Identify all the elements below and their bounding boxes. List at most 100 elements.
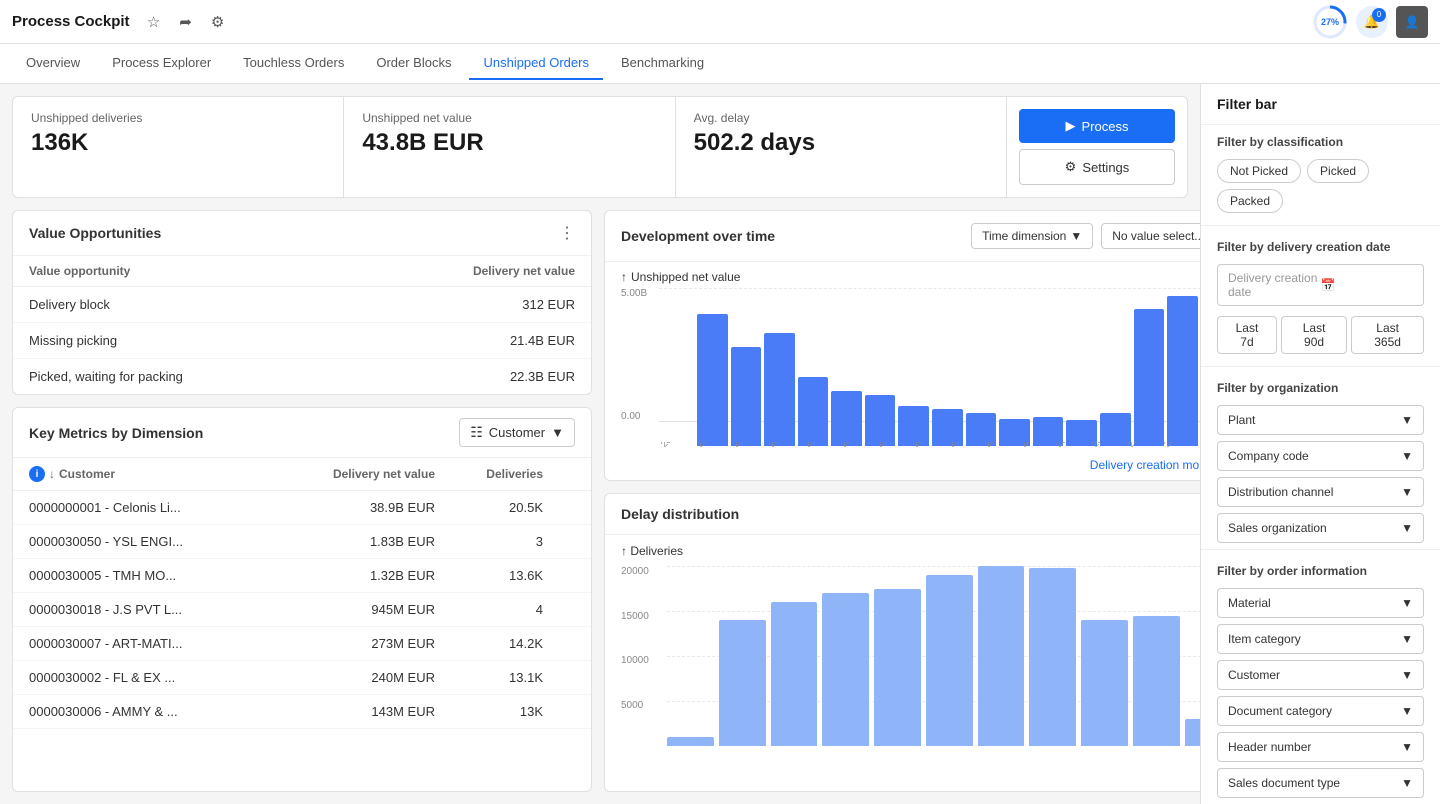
delay-bar-6	[978, 566, 1025, 746]
process-icon: ▶	[1066, 118, 1076, 134]
notif-badge: 0	[1372, 8, 1386, 22]
dev-bar-col-10	[1033, 296, 1064, 446]
avatar-initials: 👤	[1405, 15, 1420, 29]
dev-bar-col-7	[932, 296, 963, 446]
vo-table-header: Value opportunity Delivery net value	[13, 256, 591, 287]
filter-date-title: Filter by delivery creation date	[1201, 230, 1440, 260]
content-area: Unshipped deliveries 136K Unshipped net …	[0, 84, 1200, 804]
filter-doc-category-dropdown[interactable]: Document category ▼	[1217, 696, 1424, 726]
chip-picked[interactable]: Picked	[1307, 159, 1369, 183]
delay-bar-col-0	[667, 566, 714, 746]
vo-row-1-name: Delivery block	[29, 297, 110, 312]
km-row-7-net: 143M EUR	[275, 704, 435, 719]
delay-chart: 20000 15000 10000 5000	[621, 566, 1200, 746]
chevron-down-icon-cc: ▼	[1401, 449, 1413, 463]
chip-packed[interactable]: Packed	[1217, 189, 1283, 213]
tab-overview[interactable]: Overview	[12, 47, 94, 80]
vo-col1: Value opportunity	[29, 264, 130, 278]
km-row-4-net: 945M EUR	[275, 602, 435, 617]
btn-last-7d[interactable]: Last 7d	[1217, 316, 1277, 354]
filter-material-dropdown[interactable]: Material ▼	[1217, 588, 1424, 618]
process-button[interactable]: ▶ Process	[1019, 109, 1175, 143]
settings-button[interactable]: ⚙ Settings	[1019, 149, 1175, 185]
filter-date-input[interactable]: Delivery creation date 📅	[1217, 264, 1424, 306]
dev-bar-col-5	[865, 296, 896, 446]
vo-card-header: Value Opportunities ⋮	[13, 211, 591, 256]
main-layout: Unshipped deliveries 136K Unshipped net …	[0, 84, 1440, 804]
tab-touchless-orders[interactable]: Touchless Orders	[229, 47, 358, 80]
km-table-body: 0000000001 - Celonis Li... 38.9B EUR 20.…	[13, 491, 591, 741]
grid-line-top	[659, 288, 1200, 289]
dev-bar-13	[1134, 309, 1165, 446]
delay-bar-col-2	[771, 566, 818, 746]
progress-text: 27%	[1321, 17, 1339, 27]
btn-last-90d[interactable]: Last 90d	[1281, 316, 1347, 354]
avatar[interactable]: 👤	[1396, 6, 1428, 38]
progress-indicator: 27%	[1312, 4, 1348, 40]
delay-bar-col-3	[822, 566, 869, 746]
plant-label: Plant	[1228, 413, 1255, 427]
delay-bar-7	[1029, 568, 1076, 746]
tab-order-blocks[interactable]: Order Blocks	[362, 47, 465, 80]
filter-sales-doc-type-dropdown[interactable]: Sales document type ▼	[1217, 768, 1424, 798]
arrow-up-icon: ↑	[621, 270, 627, 284]
filter-item-category-dropdown[interactable]: Item category ▼	[1217, 624, 1424, 654]
chevron-down-icon-dc: ▼	[1401, 485, 1413, 499]
filter-customer-dropdown[interactable]: Customer ▼	[1217, 660, 1424, 690]
share-icon[interactable]: ➦	[174, 10, 198, 34]
bookmark-icon[interactable]: ☆	[142, 10, 166, 34]
filter-sales-org-dropdown[interactable]: Sales organization ▼	[1217, 513, 1424, 543]
vo-row-2-value: 21.4B EUR	[510, 333, 575, 348]
notification-button[interactable]: 🔔 0	[1356, 6, 1388, 38]
filter-company-code-dropdown[interactable]: Company code ▼	[1217, 441, 1424, 471]
filter-header-number-dropdown[interactable]: Header number ▼	[1217, 732, 1424, 762]
km-row-7-del: 13K	[443, 704, 543, 719]
chevron-down-icon-doccat: ▼	[1401, 704, 1413, 718]
delay-bar-9	[1133, 616, 1180, 746]
sales-doc-type-label: Sales document type	[1228, 776, 1340, 790]
dev-bar-3	[798, 377, 829, 447]
filter-date-btns: Last 7d Last 90d Last 365d	[1201, 312, 1440, 362]
material-label: Material	[1228, 596, 1271, 610]
filter-classification-title: Filter by classification	[1201, 125, 1440, 155]
delay-bar-col-8	[1081, 566, 1128, 746]
chevron-down-icon-plant: ▼	[1401, 413, 1413, 427]
delay-bar-col-10	[1185, 566, 1201, 746]
delay-bar-col-7	[1029, 566, 1076, 746]
km-table-header: i ↓ Customer Delivery net value Deliveri…	[13, 458, 591, 491]
chevron-down-icon-cust: ▼	[1401, 668, 1413, 682]
dev-bar-14	[1167, 296, 1198, 446]
vo-row-2-name: Missing picking	[29, 333, 117, 348]
km-row-3-del: 13.6K	[443, 568, 543, 583]
km-dimension-dropdown[interactable]: ☷ Customer ▼	[459, 418, 575, 447]
tab-process-explorer[interactable]: Process Explorer	[98, 47, 225, 80]
km-row-5-name: 0000030007 - ART-MATI...	[29, 636, 267, 651]
vo-row-3: Picked, waiting for packing 22.3B EUR	[13, 359, 591, 394]
delay-title: Delay distribution	[621, 506, 739, 522]
vo-more-icon[interactable]: ⋮	[559, 223, 575, 243]
kpi-deliveries: Unshipped deliveries 136K	[13, 97, 344, 197]
calendar-icon: 📅	[1321, 278, 1414, 292]
km-row-8-name: 0000031002 - ONEC RV	[29, 738, 267, 741]
dev-over-time-card: Development over time Time dimension ▼ N…	[604, 210, 1200, 481]
tab-unshipped-orders[interactable]: Unshipped Orders	[469, 47, 603, 80]
km-row-8-net: 109M EUR	[275, 738, 435, 741]
tab-benchmarking[interactable]: Benchmarking	[607, 47, 718, 80]
settings-icon[interactable]: ⚙	[206, 10, 230, 34]
vo-row-3-value: 22.3B EUR	[510, 369, 575, 384]
bar-label-0: 2022-08	[659, 442, 689, 449]
btn-last-365d[interactable]: Last 365d	[1351, 316, 1424, 354]
delay-bar-1	[719, 620, 766, 746]
y-label-10000: 10000	[621, 655, 649, 666]
delay-y-axis: 20000 15000 10000 5000	[621, 566, 649, 746]
delivery-creation-month-link[interactable]: Delivery creation month →	[1090, 458, 1200, 472]
no-value-dropdown[interactable]: No value select... ▼	[1101, 223, 1200, 249]
km-row-3-name: 0000030005 - TMH MO...	[29, 568, 267, 583]
km-col-sort-icon: ↓	[49, 467, 55, 481]
info-icon: i	[29, 466, 45, 482]
filter-plant-dropdown[interactable]: Plant ▼	[1217, 405, 1424, 435]
filter-distribution-channel-dropdown[interactable]: Distribution channel ▼	[1217, 477, 1424, 507]
time-dimension-dropdown[interactable]: Time dimension ▼	[971, 223, 1093, 249]
chip-not-picked[interactable]: Not Picked	[1217, 159, 1301, 183]
km-row-7: 0000030006 - AMMY & ... 143M EUR 13K	[13, 695, 591, 729]
